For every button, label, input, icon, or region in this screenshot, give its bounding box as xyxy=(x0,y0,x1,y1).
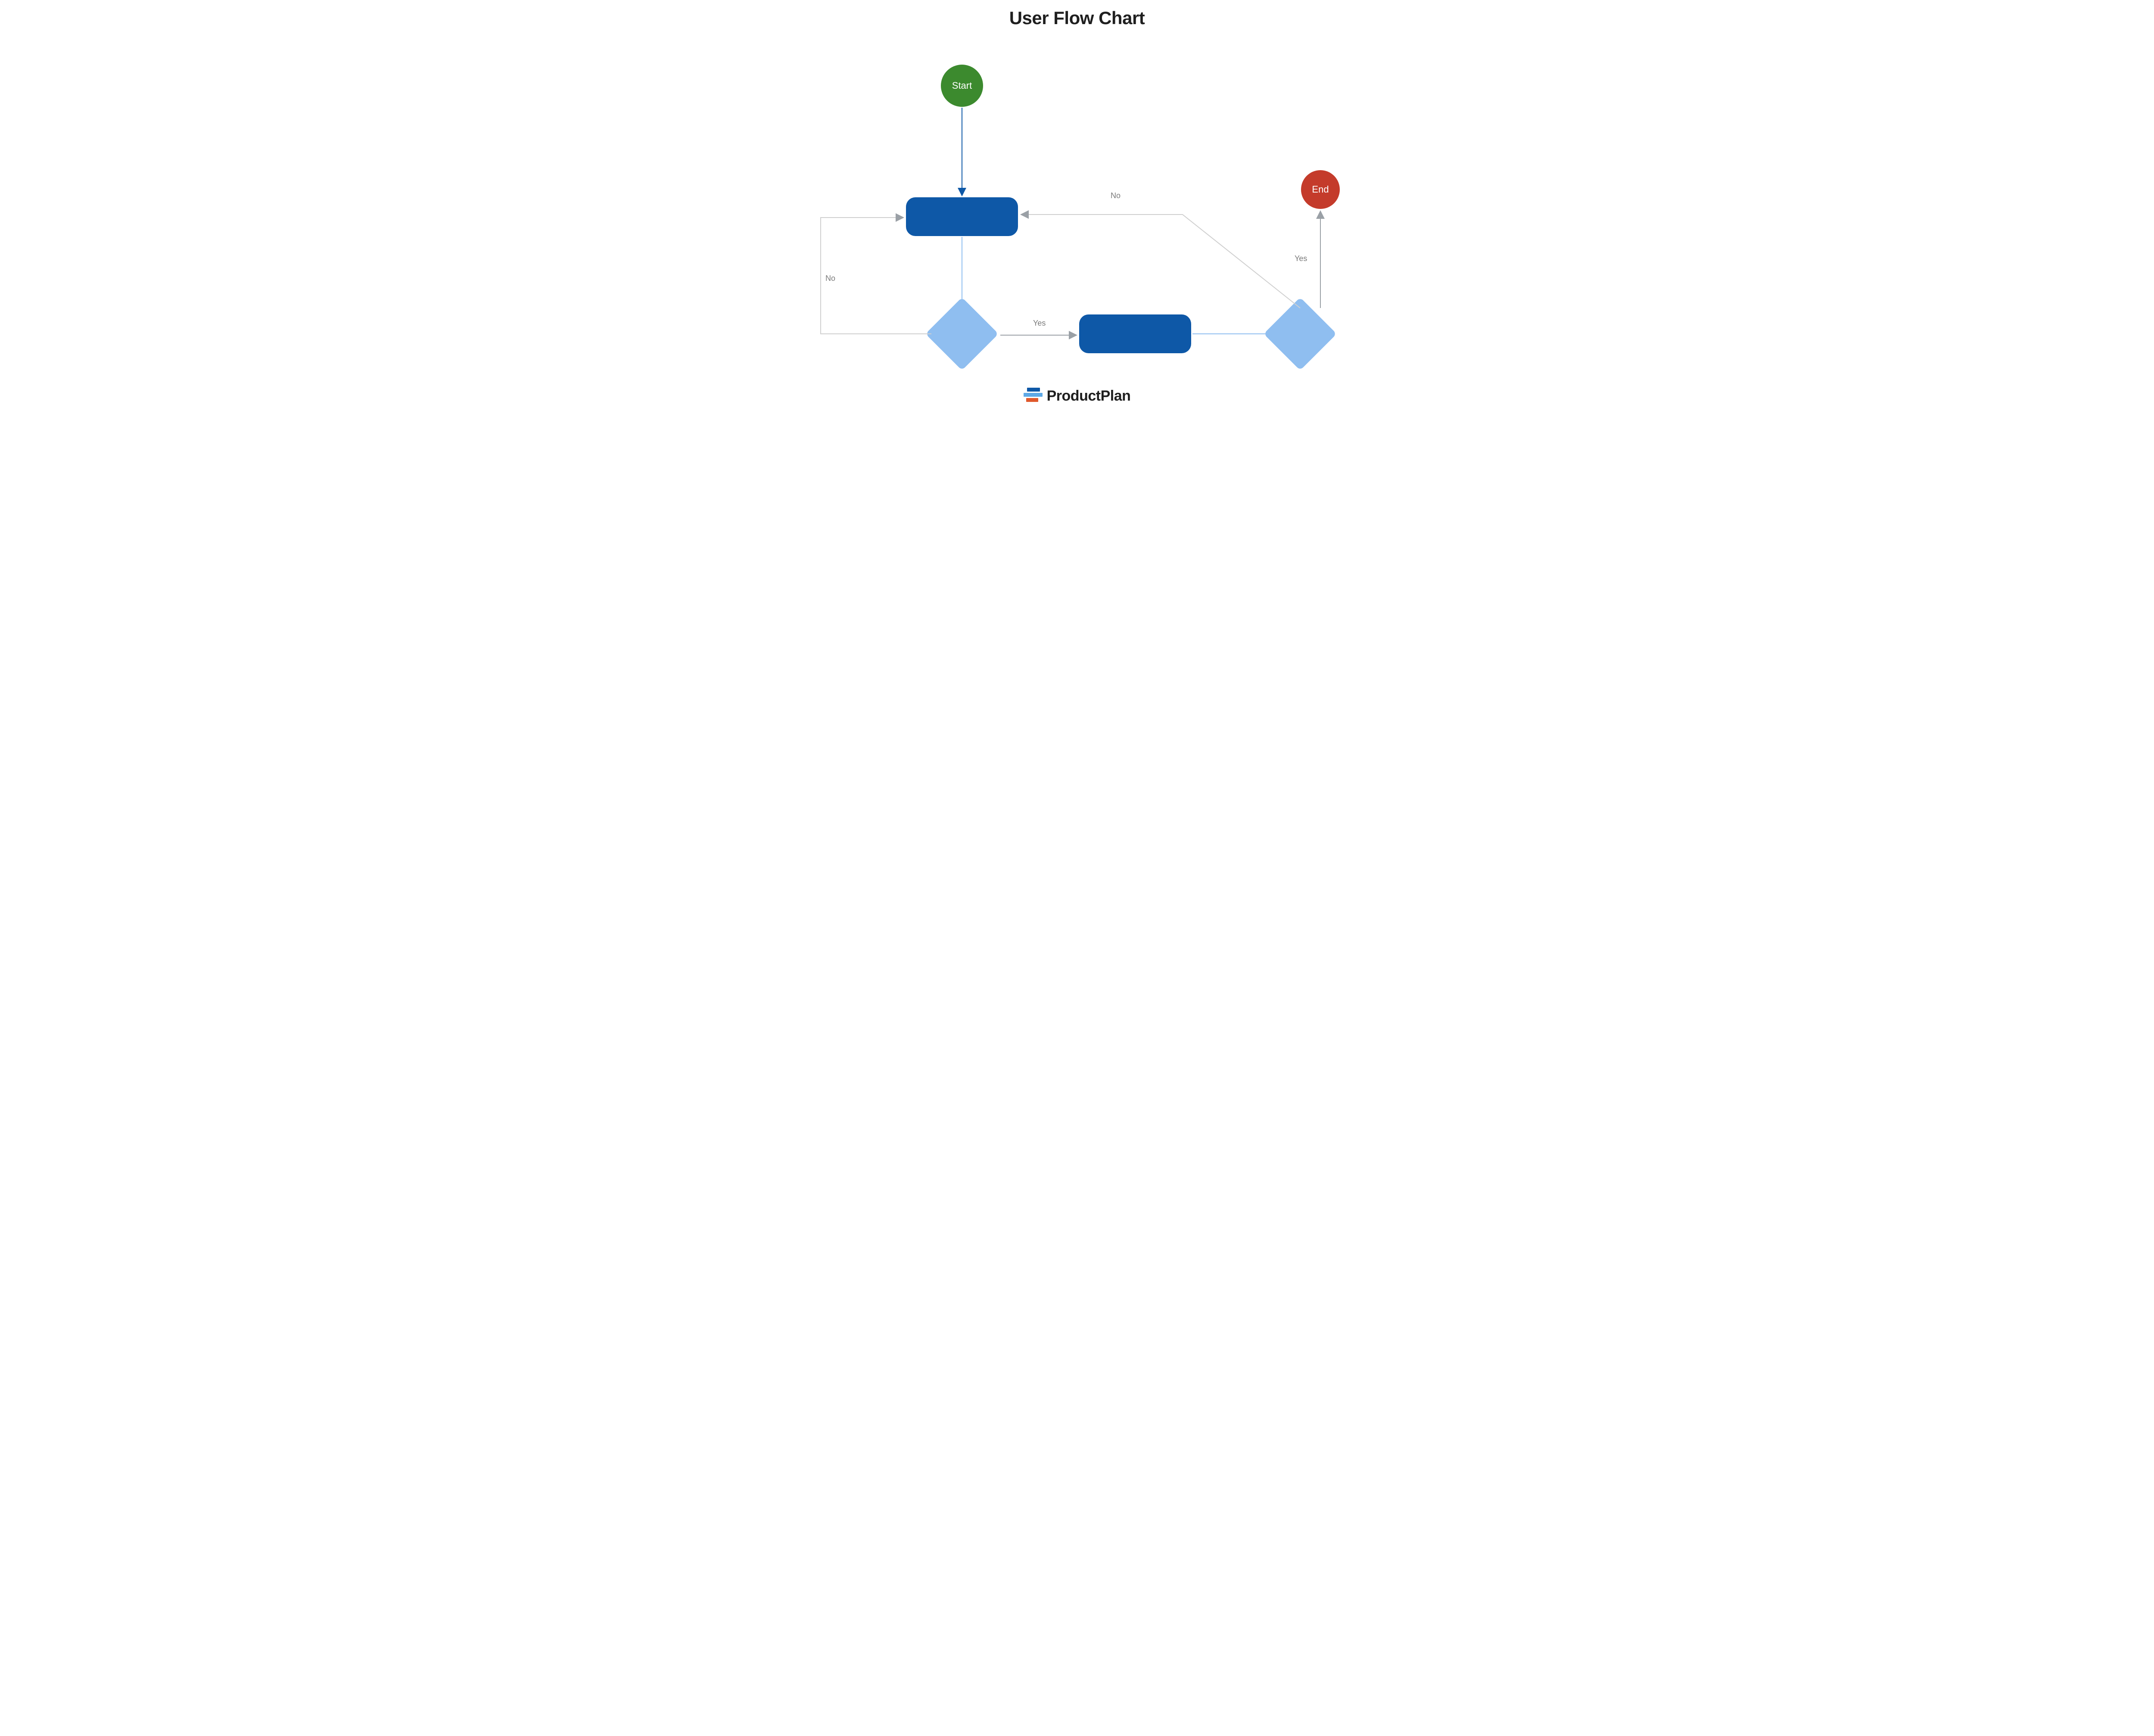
brand-logo-icon xyxy=(1024,388,1043,402)
brand-name: ProductPlan xyxy=(1047,388,1131,404)
brand-block: ProductPlan xyxy=(801,388,1353,404)
diagram-title: User Flow Chart xyxy=(801,8,1353,28)
start-label: Start xyxy=(952,80,972,91)
end-label: End xyxy=(1312,184,1329,195)
process-node-1 xyxy=(906,197,1018,236)
edges-layer xyxy=(801,0,1353,411)
end-node: End xyxy=(1301,170,1340,209)
edge-label-yes-2: Yes xyxy=(1295,254,1307,263)
edge-label-no-2: No xyxy=(1111,191,1121,200)
flowchart-canvas: User Flow Chart Start End xyxy=(801,0,1353,411)
edge-decision2-no xyxy=(1022,215,1300,308)
decision-node-1 xyxy=(936,308,988,360)
edge-label-yes-1: Yes xyxy=(1033,319,1046,328)
edge-label-no-1: No xyxy=(825,274,835,283)
process-node-2 xyxy=(1079,314,1191,353)
start-node: Start xyxy=(941,65,983,107)
decision-node-2 xyxy=(1274,308,1326,360)
